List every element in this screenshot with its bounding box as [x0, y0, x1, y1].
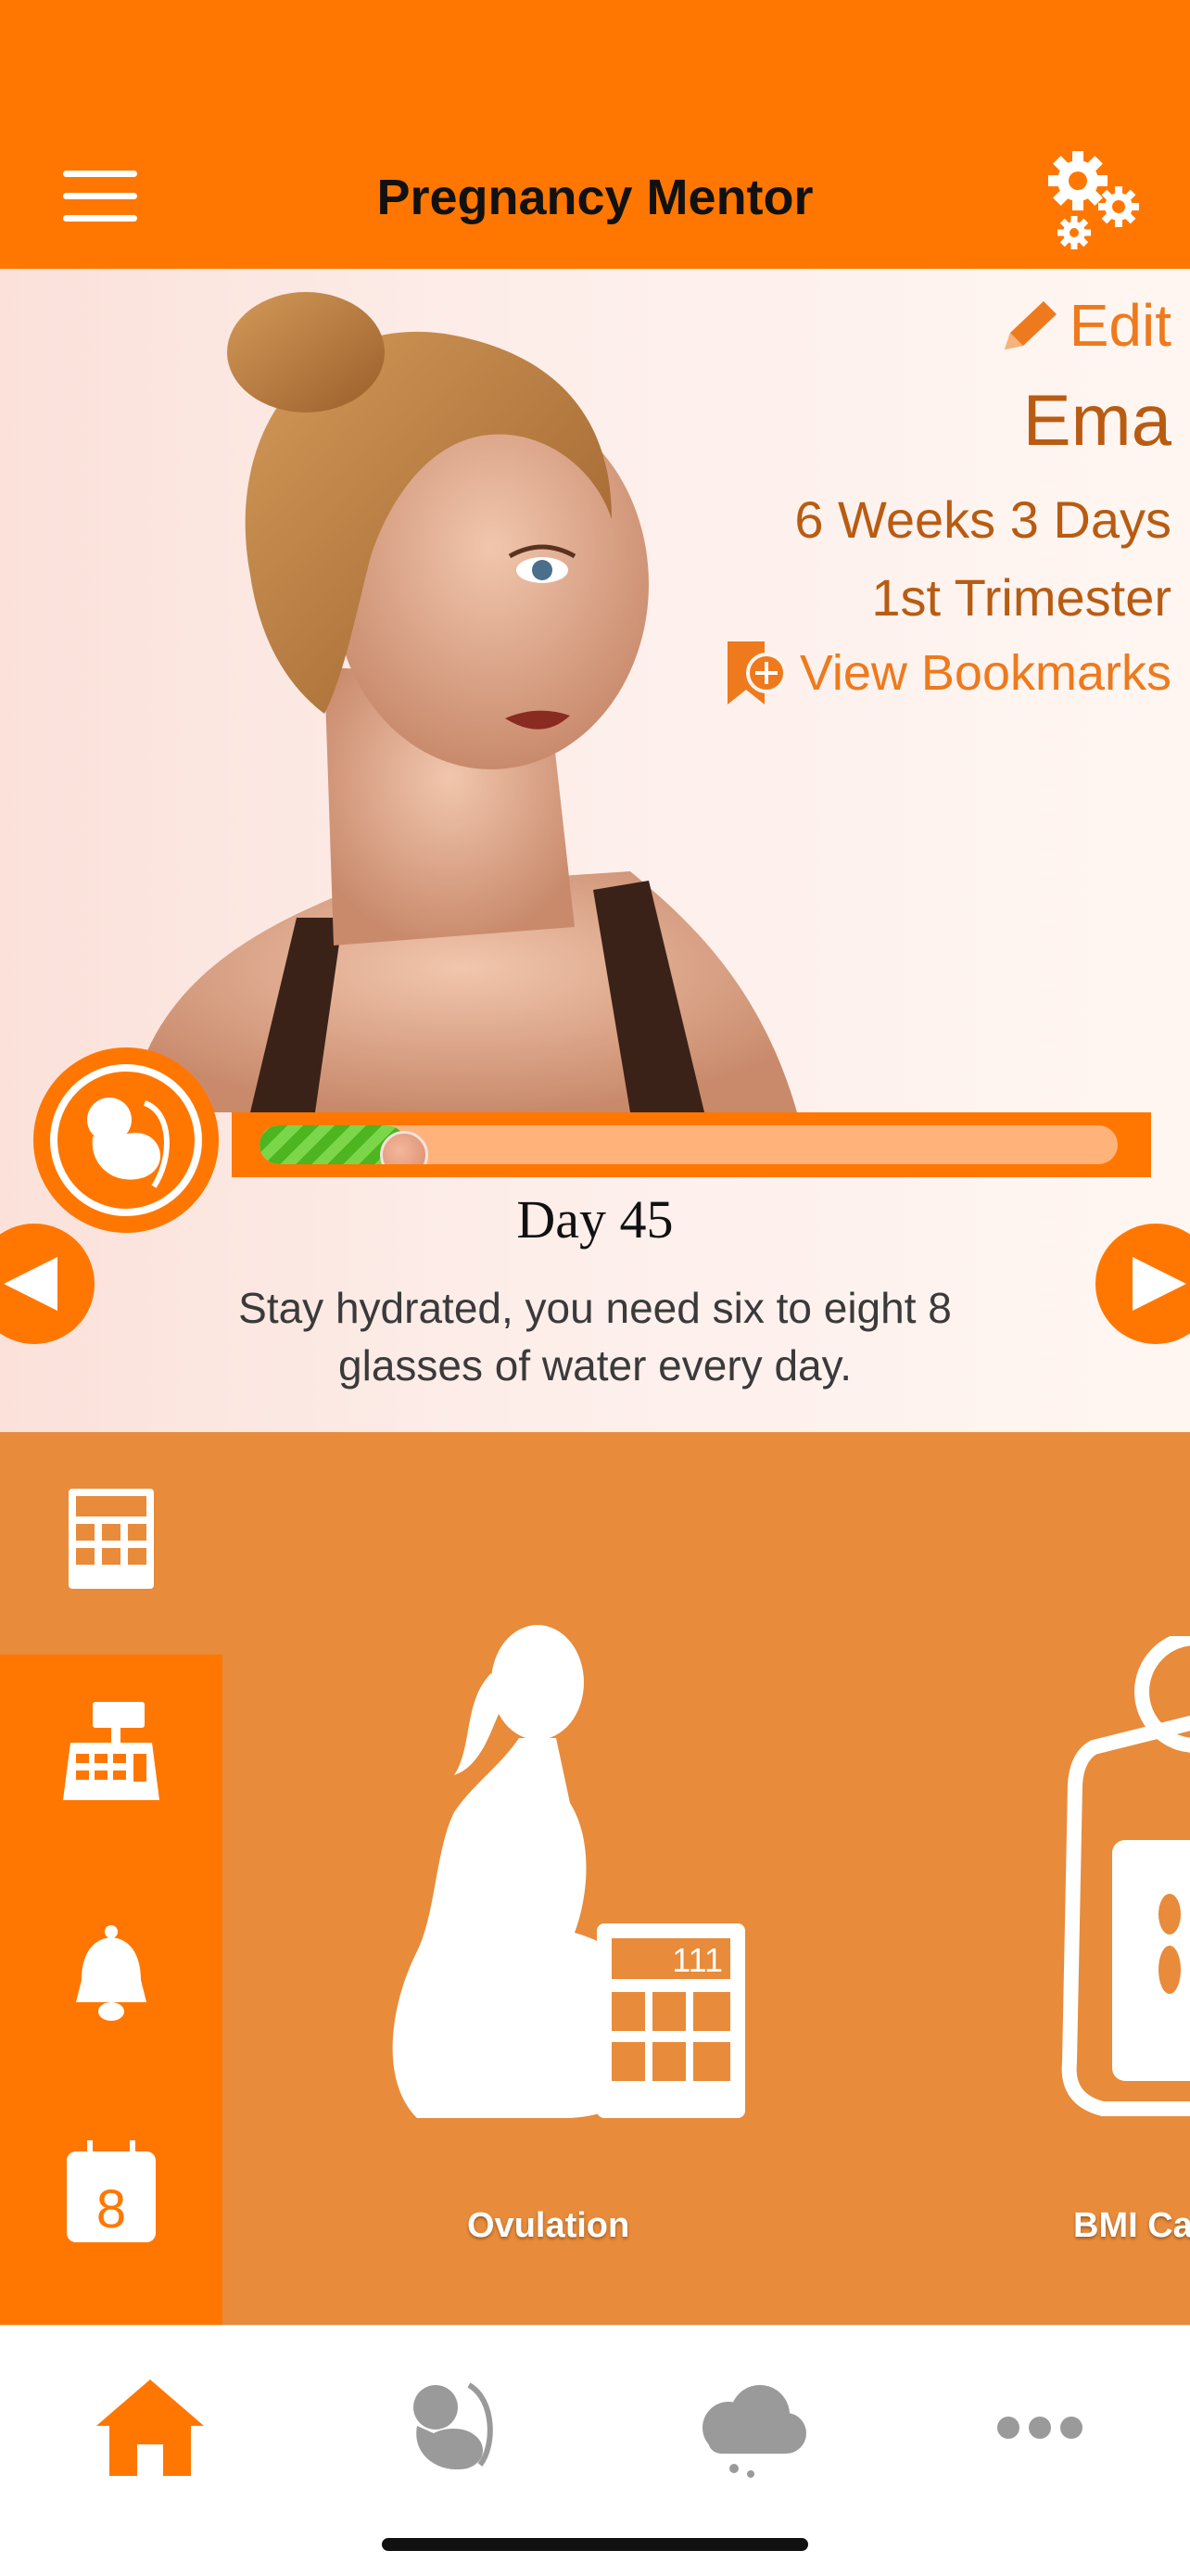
arrow-right-icon	[1133, 1257, 1186, 1311]
tool-label-ovulation: Ovulation	[467, 2206, 630, 2245]
calculator-icon	[69, 1489, 154, 1589]
pregnant-woman-calculator-icon: 111	[392, 1625, 745, 2118]
arrow-left-icon	[4, 1257, 57, 1311]
tab-more[interactable]	[975, 2372, 1105, 2483]
svg-text:8: 8	[96, 2179, 126, 2240]
bookmarks-label: View Bookmarks	[799, 645, 1171, 701]
tools-section: 8 111 Ovulation BMI Ca	[0, 1432, 1190, 2325]
pregnancy-progress-bar	[232, 1112, 1151, 1177]
tool-card-ovulation[interactable]: 111	[361, 1618, 769, 2192]
profile-panel: Edit Ema 6 Weeks 3 Days 1st Trimester Vi…	[0, 269, 1190, 1432]
side-item-calculator[interactable]	[0, 1432, 222, 1655]
fetus-icon	[413, 2382, 493, 2470]
bookmark-add-icon	[727, 641, 787, 704]
tab-baby[interactable]	[384, 2372, 513, 2483]
svg-text:111: 111	[672, 1941, 723, 1979]
scale-icon	[1061, 1631, 1190, 2116]
more-icon	[997, 2417, 1082, 2439]
pencil-icon	[1004, 301, 1057, 349]
tab-home[interactable]	[85, 2372, 215, 2483]
cash-register-icon[interactable]	[56, 1696, 167, 1808]
avatar-3d-woman	[111, 278, 816, 1112]
app-header: Pregnancy Mentor	[0, 0, 1190, 269]
app-title: Pregnancy Mentor	[376, 170, 814, 225]
tool-card-bmi[interactable]	[1057, 1631, 1190, 2118]
gears-icon[interactable]	[1033, 144, 1145, 255]
day-label: Day 45	[516, 1189, 674, 1250]
home-icon	[96, 2379, 204, 2476]
next-day-button[interactable]	[1095, 1224, 1190, 1344]
daily-tip: Stay hydrated, you need six to eight 8 g…	[238, 1284, 952, 1390]
previous-day-button[interactable]	[0, 1224, 95, 1344]
tool-label-bmi: BMI Ca	[1073, 2206, 1190, 2245]
user-name: Ema	[1022, 379, 1171, 461]
bell-icon[interactable]	[56, 1919, 167, 2030]
tools-side-bar: 8	[0, 1655, 222, 2325]
gestation-age: 6 Weeks 3 Days	[794, 490, 1171, 549]
trimester-label: 1st Trimester	[871, 568, 1171, 627]
tab-weather[interactable]	[682, 2372, 812, 2483]
view-bookmarks-link[interactable]: View Bookmarks	[724, 638, 1171, 708]
home-indicator[interactable]	[382, 2538, 808, 2551]
cloud-icon	[703, 2385, 806, 2478]
edit-link[interactable]: Edit	[997, 291, 1171, 360]
calendar-icon[interactable]: 8	[56, 2137, 167, 2248]
edit-label: Edit	[1069, 292, 1171, 359]
